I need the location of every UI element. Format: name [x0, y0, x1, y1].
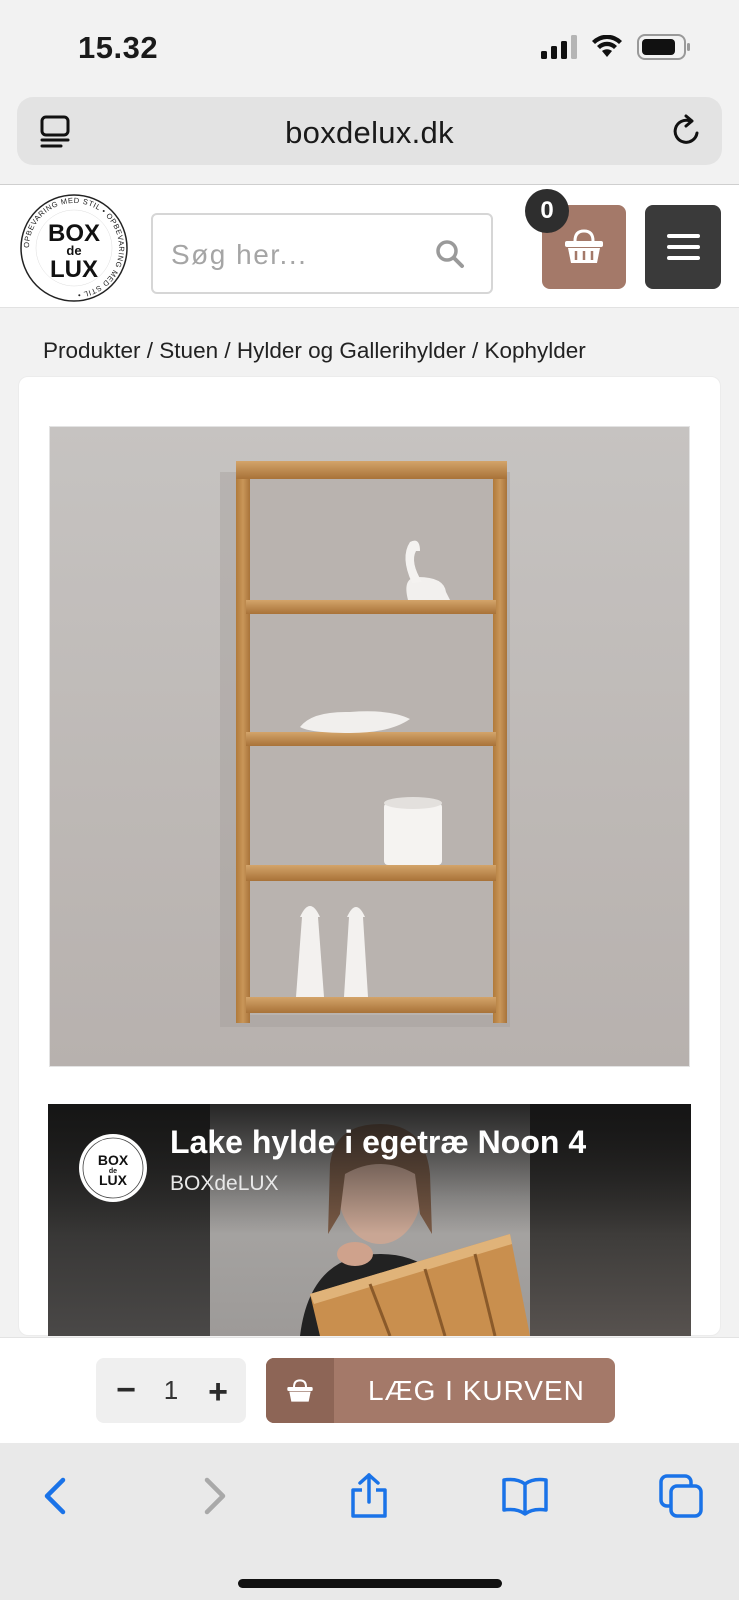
add-to-cart-label: LÆG I KURVEN	[368, 1375, 585, 1406]
svg-text:LUX: LUX	[99, 1172, 128, 1188]
status-bar: 15.32	[0, 0, 739, 96]
hamburger-icon	[666, 234, 700, 238]
product-image[interactable]	[49, 426, 690, 1067]
address-bar[interactable]: boxdelux.dk	[17, 97, 722, 165]
svg-text:BOX: BOX	[98, 1152, 129, 1168]
wifi-icon	[592, 35, 622, 57]
chevron-left-icon	[44, 1477, 66, 1515]
chevron-right-icon	[204, 1477, 226, 1515]
add-to-cart-button[interactable]: LÆG I KURVEN	[266, 1358, 615, 1423]
battery-icon	[637, 34, 690, 60]
purchase-bar: − + LÆG I KURVEN	[0, 1337, 739, 1443]
status-time: 15.32	[78, 30, 159, 65]
basket-icon	[565, 229, 603, 263]
home-indicator	[238, 1579, 502, 1588]
breadcrumb[interactable]: Produkter / Stuen / Hylder og Gallerihyl…	[43, 338, 586, 364]
share-button[interactable]	[344, 1471, 394, 1521]
bookmarks-button[interactable]	[500, 1471, 550, 1521]
channel-avatar[interactable]: BOX de LUX	[79, 1134, 147, 1202]
site-logo[interactable]: OPBEVARING MED STIL • OPBEVARING MED STI…	[19, 193, 129, 303]
tabs-button[interactable]	[656, 1471, 706, 1521]
status-icons	[541, 34, 691, 60]
browser-toolbar	[0, 1443, 739, 1600]
reload-icon[interactable]	[670, 113, 704, 154]
video-title[interactable]: Lake hylde i egetræ Noon 4	[170, 1124, 586, 1161]
product-video[interactable]: BOX de LUX Lake hylde i egetræ Noon 4 BO…	[48, 1104, 691, 1336]
forward-button[interactable]	[190, 1471, 240, 1521]
cart-count-badge: 0	[525, 189, 569, 233]
search-field[interactable]	[151, 213, 493, 294]
quantity-increase-button[interactable]: +	[200, 1368, 236, 1412]
svg-text:LUX: LUX	[50, 256, 98, 283]
book-icon	[502, 1477, 548, 1516]
url-text[interactable]: boxdelux.dk	[17, 115, 722, 151]
quantity-stepper: − +	[96, 1358, 246, 1423]
back-button[interactable]	[30, 1471, 80, 1521]
signal-icon	[541, 35, 577, 59]
search-icon[interactable]	[435, 239, 465, 274]
share-icon	[351, 1473, 387, 1518]
tabs-icon	[659, 1474, 703, 1518]
quantity-input[interactable]	[151, 1370, 191, 1410]
search-input[interactable]	[171, 233, 411, 277]
quantity-decrease-button[interactable]: −	[108, 1368, 144, 1412]
site-header: OPBEVARING MED STIL • OPBEVARING MED STI…	[0, 184, 739, 308]
video-channel[interactable]: BOXdeLUX	[170, 1172, 279, 1196]
basket-icon	[266, 1358, 334, 1423]
menu-button[interactable]	[645, 205, 721, 289]
